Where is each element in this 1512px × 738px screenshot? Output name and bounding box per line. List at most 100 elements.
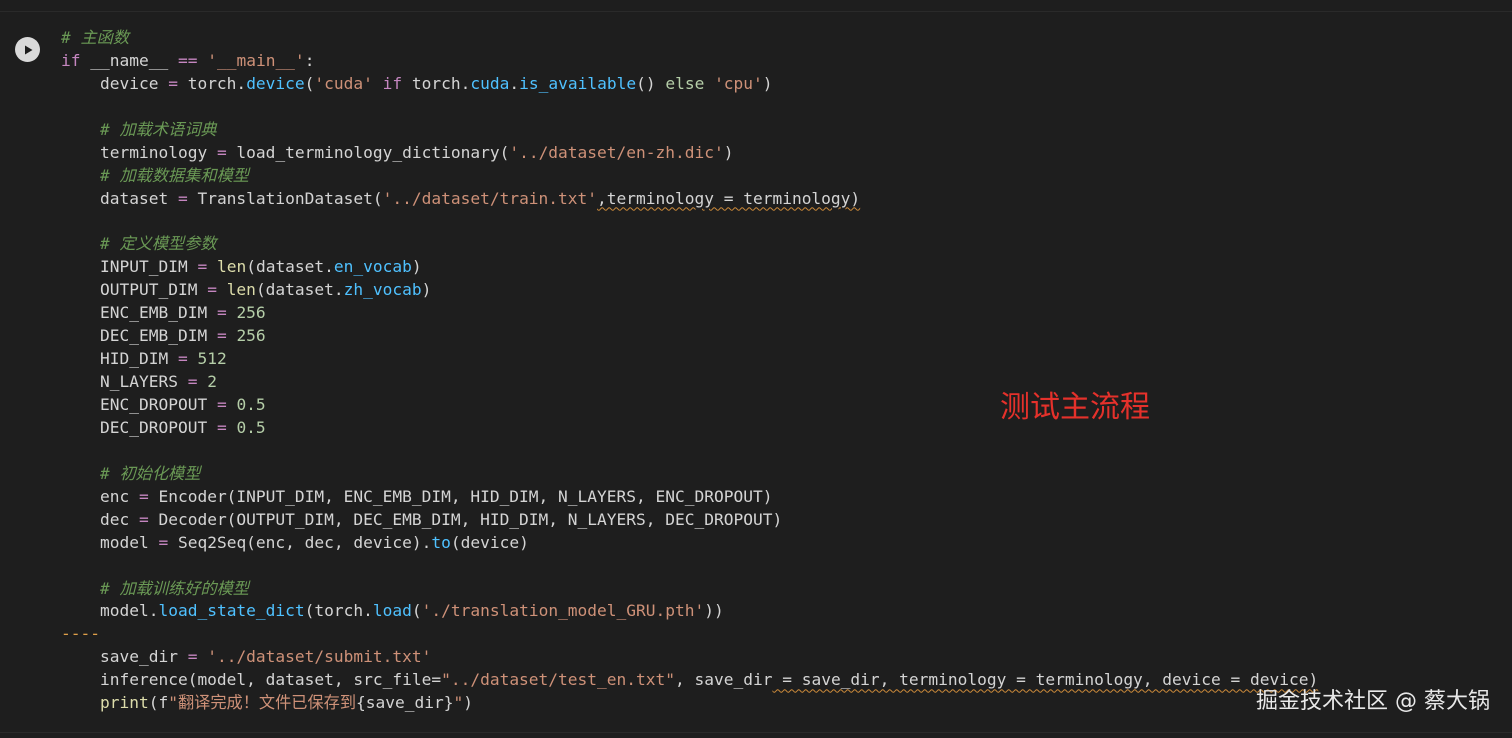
code-line: terminology = load_terminology_dictionar… [61,142,1318,165]
code-line: DEC_EMB_DIM = 256 [61,325,1318,348]
code-token: (dataset. [255,280,344,300]
code-token: INPUT_DIM [61,257,198,277]
code-line: save_dir = '../dataset/submit.txt' [61,646,1318,669]
code-token: == [177,50,198,70]
code-token: 2 [207,372,217,392]
code-token: = [138,509,149,529]
code-token: # 初始化模型 [99,463,201,483]
code-token: DEC_EMB_DIM [61,326,217,346]
code-token: Encoder(INPUT_DIM, ENC_EMB_DIM, HID_DIM,… [148,486,773,506]
code-token: ) [463,693,473,713]
code-line: dataset = TranslationDataset('../dataset… [61,188,1318,211]
code-token: './translation_model_GRU.pth' [421,601,705,621]
code-token: (dataset. [246,257,334,277]
run-cell-button[interactable] [15,37,40,62]
code-token: 'cuda' [314,73,373,93]
code-token: ) [723,142,734,162]
code-line: # 主函数 [61,27,1318,50]
code-token: N_LAYERS [61,372,188,392]
code-token: print [99,693,149,713]
code-token: '../dataset/submit.txt' [207,647,432,667]
annotation-label: 测试主流程 [1000,390,1150,425]
code-token: terminology [61,142,217,162]
code-line: model.load_state_dict(torch.load('./tran… [61,600,1318,623]
play-icon [24,45,32,54]
code-token: = [177,349,188,369]
code-token: ) [421,280,432,300]
code-token: model [61,532,159,552]
code-token: OUTPUT_DIM [61,280,208,300]
code-token: torch. [177,73,247,93]
code-token: len [226,280,256,300]
code-token: ( [411,601,422,621]
code-editor[interactable]: # 主函数 if __name__ == '__main__': device =… [61,27,1318,715]
code-token: load_state_dict [158,601,305,621]
code-token: # 主函数 [61,28,130,47]
code-token: ( [304,73,315,93]
code-line: # 加载数据集和模型 [61,165,1318,188]
code-line: inference(model, dataset, src_file="../d… [61,669,1318,692]
code-token: 256 [236,303,266,323]
code-line: print(f"翻译完成！文件已保存到{save_dir}") [61,692,1318,715]
code-line: enc = Encoder(INPUT_DIM, ENC_EMB_DIM, HI… [61,486,1318,509]
code-token: 512 [197,349,227,369]
code-token: "翻译完成！文件已保存到 [168,693,357,713]
code-token: = [216,303,227,323]
code-token: " [453,693,464,713]
code-token: load_terminology_dictionary( [226,142,510,162]
code-token: # 加载数据集和模型 [99,165,249,185]
code-token: "../dataset/test_en.txt" [441,670,675,690]
code-token: '../dataset/en-zh.dic' [509,142,724,162]
code-line: if __name__ == '__main__': [61,50,1318,73]
code-token: . [509,73,520,93]
code-token: enc [61,486,139,506]
code-token: len [216,257,247,277]
code-token: = [138,486,149,506]
code-line: # 加载术语词典 [61,119,1318,142]
code-line: OUTPUT_DIM = len(dataset.zh_vocab) [61,279,1318,302]
code-token: # 加载术语词典 [99,119,217,139]
code-token: {save_dir} [356,693,454,713]
code-token: = [168,73,178,93]
code-token: if [61,50,81,70]
code-token: Decoder(OUTPUT_DIM, DEC_EMB_DIM, HID_DIM… [148,509,783,529]
code-token: 0.5 [236,417,266,437]
code-token: TranslationDataset( [187,188,383,208]
code-token: # 定义模型参数 [99,234,217,254]
code-line: ---- [61,623,1318,646]
code-token: = [197,257,208,277]
code-token: )) [704,601,724,621]
code-token: torch. [402,73,471,93]
code-token: 256 [236,326,266,346]
code-token: '../dataset/train.txt' [382,188,598,208]
code-token: ) [411,257,422,277]
code-line: model = Seq2Seq(enc, dec, device).to(dev… [61,532,1318,555]
code-token: inference(model, dataset, src_file= [61,670,442,690]
code-token: = [216,395,227,414]
code-token: cuda [470,73,510,93]
code-token: = [207,280,217,300]
code-token: HID_DIM [61,349,178,369]
code-token: dataset [61,188,178,208]
code-line: # 初始化模型 [61,463,1318,486]
code-token: ENC_EMB_DIM [61,303,217,323]
code-token: else [665,73,705,93]
code-line: # 定义模型参数 [61,233,1318,256]
code-token: = [187,647,198,667]
code-line: # 加载训练好的模型 [61,578,1318,601]
code-token: (torch. [304,601,373,621]
code-token: save_dir [61,647,188,667]
code-token: = [216,326,227,346]
code-token: = [187,372,198,392]
